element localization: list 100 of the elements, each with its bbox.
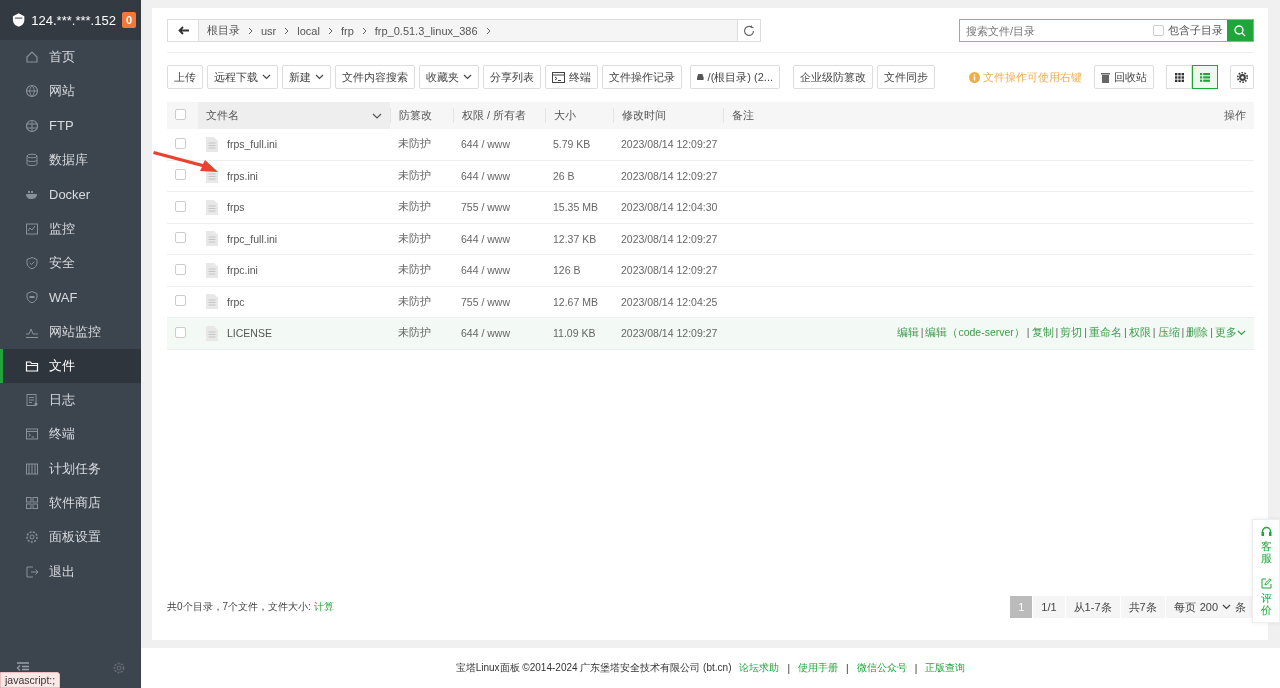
breadcrumb-link[interactable]: local	[297, 24, 320, 37]
settings-icon[interactable]	[113, 662, 125, 674]
recycle-bin-button[interactable]: 回收站	[1094, 65, 1154, 89]
grid-icon	[25, 496, 39, 510]
sidebar-item[interactable]: 计划任务	[0, 451, 141, 486]
checkbox[interactable]	[1153, 25, 1164, 36]
checkbox-label: 包含子目录	[1168, 23, 1223, 38]
file-name[interactable]: frps_full.ini	[227, 138, 278, 151]
breadcrumb-link[interactable]: usr	[261, 24, 277, 37]
column-header: 防篡改	[390, 108, 432, 123]
file-name[interactable]: frpc.ini	[227, 264, 258, 277]
terminal-icon	[25, 427, 39, 442]
toolbar-button[interactable]: /(根目录) (2...	[690, 65, 780, 89]
headset-icon	[1260, 526, 1272, 537]
pagination-info: 1/1	[1033, 596, 1065, 618]
checkbox[interactable]	[175, 232, 186, 244]
table-cell: 126 B	[553, 264, 581, 277]
checkbox[interactable]	[175, 137, 186, 149]
toolbar-button[interactable]: 企业级防篡改	[793, 65, 873, 89]
column-header: 修改时间	[613, 108, 666, 123]
file-name[interactable]: frps	[227, 201, 245, 214]
breadcrumb-link[interactable]: frp	[340, 24, 354, 37]
toolbar-button[interactable]: 新建	[282, 65, 331, 89]
shield-icon	[25, 290, 39, 305]
separator-text: |	[1152, 326, 1156, 339]
search-button[interactable]	[1227, 20, 1253, 41]
table-cell: 12.67 MB	[553, 295, 598, 308]
checkbox[interactable]	[175, 169, 186, 181]
file-icon	[206, 136, 218, 152]
separator-text: |	[914, 662, 918, 674]
sidebar-item[interactable]: 面板设置	[0, 520, 141, 555]
database-icon	[25, 153, 39, 168]
sidebar-item[interactable]: Docker	[0, 177, 141, 212]
separator-text: |	[1055, 326, 1059, 339]
sidebar-item[interactable]: 软件商店	[0, 485, 141, 521]
column-header[interactable]: 文件名	[206, 108, 239, 123]
toolbar-button[interactable]: 收藏夹	[419, 65, 479, 89]
list-icon	[1200, 72, 1210, 82]
sidebar-item[interactable]: 文件	[0, 348, 141, 383]
log-document-icon	[25, 393, 39, 408]
folder-icon	[25, 358, 39, 373]
table-cell: 5.79 KB	[553, 138, 591, 151]
sidebar-item[interactable]: 退出	[0, 554, 141, 589]
checkbox[interactable]	[175, 326, 186, 338]
settings-icon	[25, 530, 39, 545]
file-name[interactable]: LICENSE	[227, 327, 272, 340]
back-button[interactable]	[168, 20, 199, 41]
file-icon	[206, 199, 218, 215]
file-icon	[206, 294, 218, 310]
table-cell: 2023/08/14 12:09:27	[621, 232, 718, 245]
refresh-button[interactable]	[737, 20, 760, 41]
pagination-info: 从1-7条	[1065, 596, 1120, 618]
copyright-text: 宝塔Linux面板 ©2014-2024 广东堡塔安全技术有限公司 (bt.cn)	[455, 661, 732, 675]
sidebar-item[interactable]: 终端	[0, 417, 141, 452]
per-page-unit: 条	[1235, 599, 1246, 615]
chevron-right-icon	[361, 26, 367, 35]
sidebar-item[interactable]: 首页	[0, 40, 141, 75]
grid-view-button[interactable]	[1166, 65, 1192, 89]
table-cell: 644 / www	[461, 169, 511, 182]
sort-caret-icon[interactable]	[372, 112, 382, 119]
checkbox[interactable]	[175, 200, 186, 212]
table-cell: 2023/08/14 12:09:27	[621, 138, 718, 151]
sidebar-item[interactable]: 网站监控	[0, 314, 141, 349]
breadcrumb-link[interactable]: frp_0.51.3_linux_386	[374, 24, 478, 37]
toolbar-button[interactable]: 远程下载	[207, 65, 278, 89]
sidebar-item[interactable]: 安全	[0, 245, 141, 281]
checkbox[interactable]	[175, 263, 186, 275]
column-header: 权限 / 所有者	[453, 108, 527, 123]
sidebar-item[interactable]: 数据库	[0, 142, 141, 178]
table-cell: 755 / www	[461, 295, 511, 308]
toolbar-button[interactable]: 文件同步	[877, 65, 935, 89]
per-page-select[interactable]: 200	[1199, 601, 1231, 613]
breadcrumb-link[interactable]: 根目录	[207, 23, 240, 38]
file-icon	[206, 231, 218, 247]
search-bar[interactable]: 搜索文件/目录 包含子目录	[959, 19, 1254, 42]
sidebar-item[interactable]: 监控	[0, 211, 141, 246]
separator-text: |	[1181, 326, 1185, 339]
table-cell: 644 / www	[461, 232, 511, 245]
table-cell: 644 / www	[461, 327, 511, 340]
toolbar-button[interactable]: 分享列表	[483, 65, 541, 89]
checkbox[interactable]	[175, 295, 186, 307]
toolbar-button[interactable]: 上传	[167, 65, 203, 89]
toolbar-button[interactable]: 文件操作记录	[602, 65, 682, 89]
settings-button[interactable]	[1230, 65, 1254, 89]
sidebar-item[interactable]: 网站	[0, 74, 141, 109]
table-cell: 2023/08/14 12:09:27	[621, 169, 718, 182]
file-name[interactable]: frpc_full.ini	[227, 232, 278, 245]
trash-icon	[1101, 71, 1110, 83]
file-name[interactable]: frpc	[227, 295, 245, 308]
sidebar-item[interactable]: WAF	[0, 280, 141, 315]
table-cell: 2023/08/14 12:09:27	[621, 264, 718, 277]
caret-icon	[262, 74, 271, 80]
file-icon	[206, 325, 218, 341]
sidebar-item[interactable]: 日志	[0, 382, 141, 418]
edit-icon	[1260, 578, 1272, 590]
sidebar-item[interactable]: FTP	[0, 108, 141, 143]
checkbox[interactable]	[175, 109, 186, 120]
toolbar-button[interactable]: 终端	[545, 65, 598, 89]
file-name[interactable]: frps.ini	[227, 169, 258, 182]
toolbar-button[interactable]: 文件内容搜索	[335, 65, 415, 89]
